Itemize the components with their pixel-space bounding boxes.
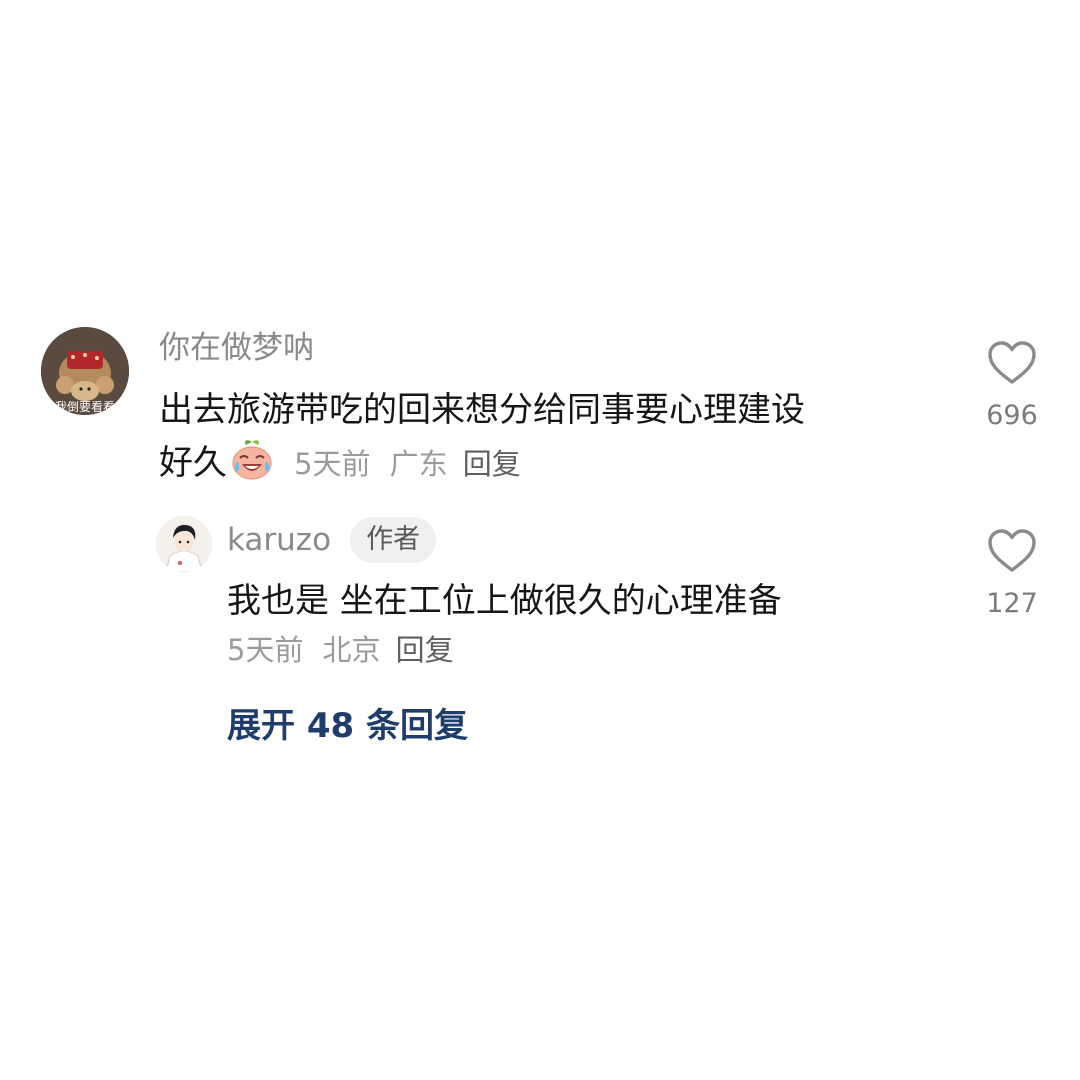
reply-username[interactable]: karuzo	[227, 517, 331, 563]
comment-like-button[interactable]	[987, 340, 1037, 386]
avatar-caption: 我倒要看看	[54, 400, 115, 414]
heart-outline-icon	[988, 341, 1036, 384]
comment-location: 广东	[389, 447, 448, 481]
reply-text: 我也是 坐在工位上做很久的心理准备	[227, 581, 782, 621]
reply-location: 北京	[322, 633, 381, 667]
comment-second-line: 好久 5天前 广东 回复	[159, 435, 521, 491]
comment-reply-button[interactable]: 回复	[463, 447, 521, 481]
reply-header: karuzo 作者	[227, 517, 437, 563]
comment-text-line-1: 出去旅游带吃的回来想分给同事要心理建设	[159, 390, 805, 430]
reply-meta-row: 5天前 北京 回复	[227, 628, 454, 677]
commenter-username[interactable]: 你在做梦呐	[159, 328, 314, 368]
crying-laughing-emoji-icon	[229, 436, 275, 482]
comment-text-line-2: 好久	[159, 443, 227, 483]
reply-author-avatar[interactable]	[156, 516, 212, 572]
reply-time: 5天前	[227, 633, 304, 667]
reply-like-count: 127	[986, 588, 1038, 619]
reply-reply-button[interactable]: 回复	[396, 633, 454, 667]
heart-outline-icon	[988, 529, 1036, 572]
comment-like-count: 696	[986, 400, 1038, 431]
reply-like-button[interactable]	[987, 528, 1037, 574]
comment-time: 5天前	[294, 447, 371, 481]
expand-replies-button[interactable]: 展开 48 条回复	[227, 698, 468, 747]
author-badge: 作者	[350, 517, 437, 563]
karuzo-avatar-image	[156, 516, 212, 572]
